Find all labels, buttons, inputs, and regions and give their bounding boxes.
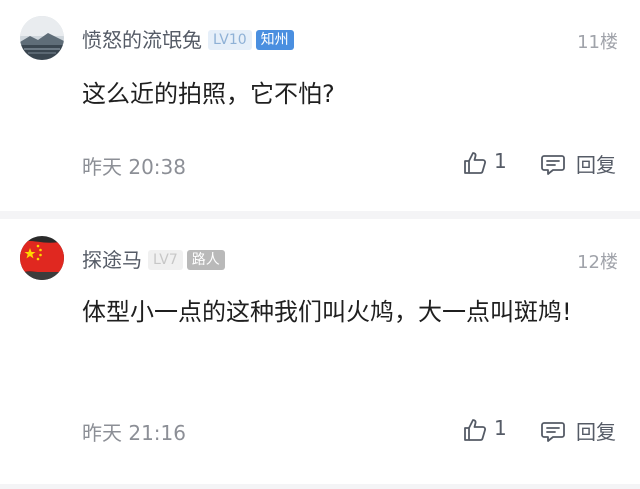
- reply-button[interactable]: 回复: [540, 148, 624, 178]
- username[interactable]: 愤怒的流氓兔: [82, 28, 202, 52]
- thumbs-up-icon: [464, 152, 487, 174]
- location-badge: 知州: [255, 30, 294, 50]
- comment-text: 体型小一点的这种我们叫火鸠，大一点叫斑鸠!: [82, 298, 572, 326]
- floor-number: 11楼: [577, 32, 618, 53]
- username-row: 探途马 LV7 路人: [82, 244, 225, 273]
- thumbs-up-icon: [464, 419, 487, 441]
- location-badge: 路人: [186, 250, 225, 270]
- landscape-avatar-icon: [20, 16, 64, 60]
- user-avatar[interactable]: [20, 236, 64, 280]
- comment-item[interactable]: 探途马 LV7 路人 12楼 体型小一点的这种我们叫火鸠，大一点叫斑鸠! 昨天 21…: [0, 219, 640, 489]
- reply-comment-icon: [541, 155, 565, 175]
- username-row: 愤怒的流氓兔 LV10 知州: [82, 24, 294, 53]
- like-count: 1: [494, 416, 507, 440]
- comment-time: 昨天 21:16: [82, 421, 186, 445]
- reply-comment-icon: [541, 422, 565, 442]
- like-count: 1: [494, 149, 507, 173]
- like-button[interactable]: 1: [462, 148, 532, 178]
- level-badge: LV7: [148, 250, 183, 270]
- flag-avatar-icon: [20, 236, 64, 280]
- like-button[interactable]: 1: [462, 415, 532, 445]
- reply-label: 回复: [576, 420, 616, 444]
- comment-divider: [0, 484, 640, 489]
- comment-divider: [0, 211, 640, 219]
- user-avatar[interactable]: [20, 16, 64, 60]
- level-badge: LV10: [208, 30, 252, 50]
- reply-label: 回复: [576, 153, 616, 177]
- reply-button[interactable]: 回复: [540, 415, 624, 445]
- comment-text: 这么近的拍照，它不怕?: [82, 80, 335, 108]
- floor-number: 12楼: [577, 252, 618, 273]
- comment-time: 昨天 20:38: [82, 155, 186, 179]
- comment-item[interactable]: 愤怒的流氓兔 LV10 知州 11楼 这么近的拍照，它不怕? 昨天 20:38 1 …: [0, 0, 640, 211]
- username[interactable]: 探途马: [82, 248, 142, 272]
